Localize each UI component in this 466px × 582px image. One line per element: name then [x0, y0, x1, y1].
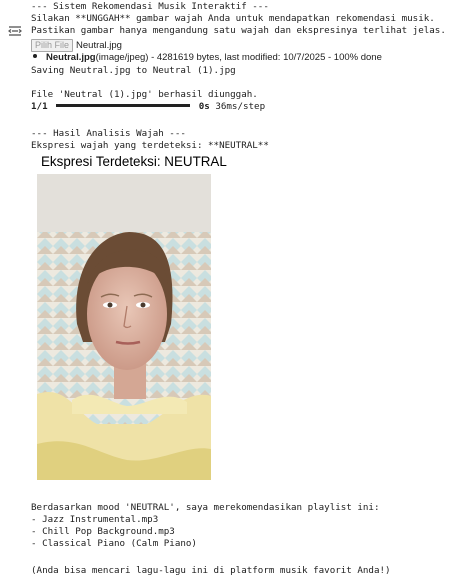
uploaded-file-details: (image/jpeg) - 4281619 bytes, last modif…: [95, 52, 382, 63]
uploaded-file-info: Neutral.jpg(image/jpeg) - 4281619 bytes,…: [31, 52, 382, 63]
bullet-icon: [33, 54, 37, 59]
playlist-item: - Classical Piano (Calm Piano): [31, 538, 197, 549]
figure-title: Ekspresi Terdeteksi: NEUTRAL: [41, 154, 227, 169]
playlist-item: - Jazz Instrumental.mp3: [31, 514, 159, 525]
progress-rate: 36ms/step: [215, 101, 266, 112]
instruction-line: Silakan **UNGGAH** gambar wajah Anda unt…: [31, 13, 435, 24]
progress-time: 0s: [198, 101, 210, 112]
progress-bar: [56, 104, 191, 107]
instruction-line: Pastikan gambar hanya mengandung satu wa…: [31, 25, 446, 36]
face-photo: [37, 174, 211, 480]
saving-line: Saving Neutral.jpg to Neutral (1).jpg: [31, 65, 236, 76]
analysis-header: --- Hasil Analisis Wajah ---: [31, 128, 186, 139]
title-line: --- Sistem Rekomendasi Musik Interaktif …: [31, 1, 269, 12]
output-menu-icon[interactable]: [6, 22, 24, 40]
recommendation-intro: Berdasarkan mood 'NEUTRAL', saya merekom…: [31, 502, 380, 513]
choose-file-button[interactable]: Pilih File: [31, 39, 74, 52]
upload-success-line: File 'Neutral (1).jpg' berhasil diunggah…: [31, 89, 258, 100]
progress-line: 1/1 0s 36ms/step: [31, 101, 265, 113]
uploaded-file-name: Neutral.jpg: [46, 52, 96, 63]
progress-step: 1/1: [31, 101, 48, 112]
playlist-item: - Chill Pop Background.mp3: [31, 526, 175, 537]
chosen-file-name: Neutral.jpg: [76, 40, 122, 51]
file-upload-widget: Pilih File Neutral.jpg: [31, 39, 122, 52]
footer-note: (Anda bisa mencari lagu-lagu ini di plat…: [31, 565, 391, 576]
result-figure: Ekspresi Terdeteksi: NEUTRAL: [34, 150, 227, 480]
